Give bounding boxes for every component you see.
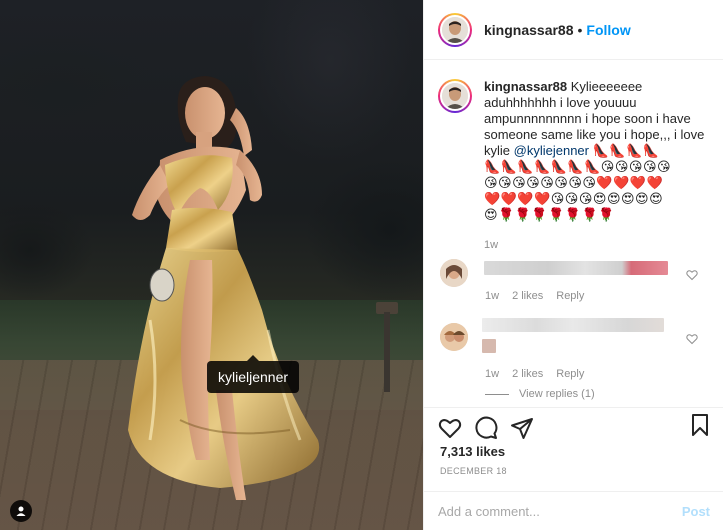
comment-text-redacted [484,261,668,275]
add-comment-input[interactable] [438,503,682,519]
view-replies-label: View replies (1) [519,388,595,400]
comment-time: 1w [485,290,500,302]
post-date[interactable]: DECEMBER 18 [440,466,507,476]
caption-emoji-5: 😍🌹🌹🌹🌹🌹🌹🌹 [484,207,615,222]
caption: kingnassar88 Kylieeeeeee aduhhhhhhh i lo… [424,61,723,253]
caption-time: 1w [484,239,499,251]
add-comment-bar: Post [424,491,723,530]
tagged-people-button[interactable] [10,500,32,522]
comment-meta: 1w 2 likes Reply [485,290,584,302]
comments-list[interactable]: kingnassar88 Kylieeeeeee aduhhhhhhh i lo… [424,61,723,407]
photo-tag-label[interactable]: kylieljenner [207,355,300,393]
likes-count[interactable]: 7,313 likes [440,444,505,459]
action-icons [438,413,534,443]
woman-in-gold-gown-illustration [128,76,320,500]
caption-author-avatar[interactable] [438,79,472,113]
comment-bubble-icon[interactable] [474,416,498,440]
post-actions: 7,313 likes DECEMBER 18 [424,407,723,499]
author-username[interactable]: kingnassar88 [484,22,574,38]
author-avatar-photo [442,16,468,43]
post-comment-button[interactable]: Post [682,504,710,519]
caption-avatar-photo [442,83,468,109]
comment-reply-button[interactable]: Reply [556,368,584,380]
person-icon [16,506,26,516]
caption-emoji-1: 👠👠👠👠 [592,143,660,158]
caption-text: kingnassar88 Kylieeeeeee aduhhhhhhh i lo… [484,79,706,253]
share-paper-plane-icon[interactable] [510,416,534,440]
like-heart-icon[interactable] [438,416,462,440]
caption-emoji-2: 👠👠👠👠👠👠👠😘😘😘😘😘 [484,159,672,174]
comment-likes[interactable]: 2 likes [512,368,543,380]
view-replies-line [485,393,509,395]
comment-text-redacted [482,318,664,332]
comment-time: 1w [485,368,500,380]
caption-username[interactable]: kingnassar88 [484,79,567,94]
commenter-avatar[interactable] [440,259,468,287]
caption-emoji-3: 😘😘😘😘😘😘😘😘❤️❤️❤️❤️ [484,175,664,190]
view-replies-button[interactable]: View replies (1) [485,388,595,400]
commenter-avatar-photo [440,323,468,351]
commenter-avatar-photo [440,259,468,287]
follow-button[interactable]: Follow [586,22,630,38]
comment-text-redacted [482,339,496,353]
separator-dot: • [577,21,583,38]
comment-reply-button[interactable]: Reply [556,290,584,302]
author-avatar[interactable] [438,12,472,47]
comment-meta: 1w 2 likes Reply [485,368,584,380]
caption-mention[interactable]: @kyliejenner [514,143,589,158]
post-header: kingnassar88 • Follow [424,0,723,60]
post-side-panel: kingnassar88 • Follow kingnassar88 Kylie… [423,0,723,530]
like-comment-heart-icon[interactable] [686,269,698,281]
post-photo[interactable]: kylieljenner [0,0,423,530]
commenter-avatar[interactable] [440,323,468,351]
like-comment-heart-icon[interactable] [686,333,698,345]
caption-emoji-4: ❤️❤️❤️❤️😘😘😘😍😍😍😍😍 [484,191,664,206]
save-bookmark-icon[interactable] [688,413,712,437]
comment-likes[interactable]: 2 likes [512,290,543,302]
